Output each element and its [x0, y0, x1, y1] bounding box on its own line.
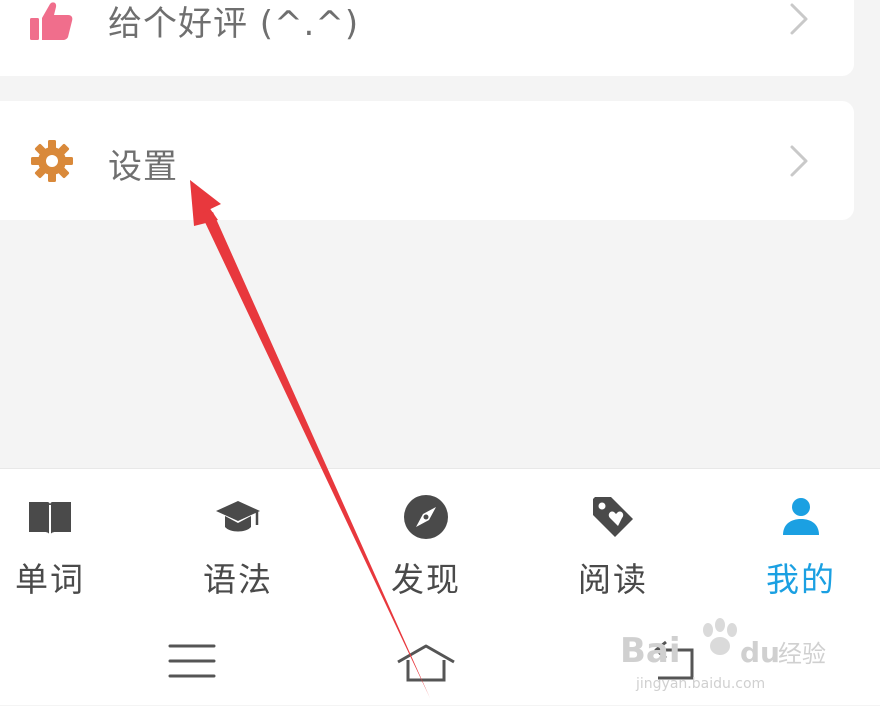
- graduation-cap-icon: [216, 501, 260, 532]
- baidu-watermark: Bai du 经验 jingyan.baidu.com: [620, 612, 840, 702]
- settings-item[interactable]: 设置: [0, 101, 854, 220]
- user-icon: [783, 498, 819, 535]
- menu-icon[interactable]: [162, 638, 222, 684]
- watermark-brand: Bai: [620, 631, 681, 671]
- watermark-cn: 经验: [778, 640, 826, 668]
- tab-label: 发现: [391, 560, 461, 599]
- rate-app-label: 给个好评 (^.^): [108, 4, 360, 44]
- tab-label: 单词: [15, 560, 85, 599]
- rate-app-item[interactable]: 给个好评 (^.^): [0, 0, 854, 76]
- bottom-tab-bar: 单词 语法 发现 阅读 我的: [0, 468, 880, 611]
- home-icon[interactable]: [396, 638, 456, 684]
- book-icon: [29, 502, 71, 535]
- tab-grammar[interactable]: 语法: [168, 469, 308, 611]
- tab-label: 我的: [766, 560, 836, 599]
- thumbs-up-icon: [30, 2, 73, 40]
- tab-label: 阅读: [578, 560, 648, 599]
- chevron-right-icon: [790, 145, 808, 177]
- tab-label: 语法: [203, 560, 273, 599]
- tab-reading[interactable]: 阅读: [543, 469, 683, 611]
- tag-heart-icon: [593, 497, 633, 537]
- tab-words[interactable]: 单词: [0, 469, 120, 611]
- gear-icon: [31, 140, 73, 182]
- tab-mine[interactable]: 我的: [731, 469, 871, 611]
- chevron-right-icon: [790, 3, 808, 35]
- tab-discover[interactable]: 发现: [356, 469, 496, 611]
- compass-icon: [404, 495, 448, 539]
- watermark-brand-tail: du: [740, 636, 780, 669]
- settings-label: 设置: [108, 147, 178, 187]
- watermark-url: jingyan.baidu.com: [635, 676, 765, 692]
